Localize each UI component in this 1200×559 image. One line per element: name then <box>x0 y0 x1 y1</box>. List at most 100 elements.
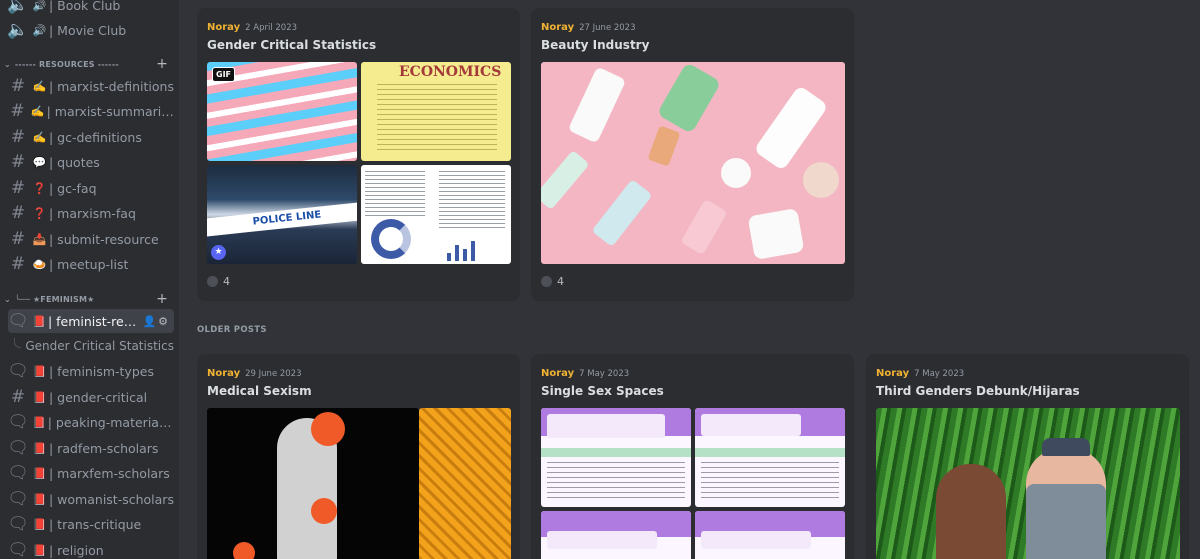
infographic-image-1[interactable] <box>541 408 691 507</box>
channel-movie-club[interactable]: 🔈 🔊 | Movie Club <box>7 18 174 42</box>
infographic-image-4[interactable] <box>695 511 845 559</box>
green-bottle-shape <box>656 62 722 134</box>
post-meta: Noray 7 May 2023 <box>876 368 964 379</box>
channel-label: | peaking-material-n... <box>47 414 174 430</box>
hat-shape <box>1042 438 1090 456</box>
category-resources[interactable]: ⌄ ------ RESOURCES ------ + <box>4 56 174 72</box>
forum-channel-icon: 🗨 <box>7 489 29 509</box>
channel-religion[interactable]: 🗨 📕 | religion <box>7 538 174 559</box>
economics-heading: ECONOMICS <box>399 64 502 80</box>
infographic-text-lines <box>547 462 685 502</box>
post-meta: Noray 27 June 2023 <box>541 22 636 33</box>
channel-quotes[interactable]: # 💬 | quotes <box>8 150 174 174</box>
post-author[interactable]: Noray <box>207 368 240 379</box>
channel-emoji: ✍️ <box>32 130 47 144</box>
police-line-image[interactable]: POLICE LINE ★ <box>207 165 357 264</box>
post-title[interactable]: Gender Critical Statistics <box>207 38 376 52</box>
channel-settings-icons[interactable]: 👤⚙ <box>142 315 170 328</box>
infographic-image-3[interactable] <box>541 511 691 559</box>
post-date: 29 June 2023 <box>245 369 302 379</box>
post-card-single-sex-spaces[interactable]: Noray 7 May 2023 Single Sex Spaces <box>531 354 854 559</box>
channel-trans-critique[interactable]: 🗨 📕 | trans-critique <box>7 512 174 536</box>
channel-emoji: 📥 <box>32 232 47 246</box>
channel-womanist-scholars[interactable]: 🗨 📕 | womanist-scholars <box>7 487 174 511</box>
channel-emoji: 📕 <box>32 517 47 531</box>
economics-document-image[interactable]: ECONOMICS <box>361 62 511 161</box>
post-card-gender-critical-statistics[interactable]: Noray 2 April 2023 Gender Critical Statis… <box>197 8 520 301</box>
channel-feminist-resources[interactable]: 🗨 📕 | feminist-reso... 👤⚙ <box>7 309 174 333</box>
reality-bar <box>695 448 845 457</box>
post-title[interactable]: Third Genders Debunk/Hijaras <box>876 384 1080 398</box>
post-date: 7 May 2023 <box>914 369 965 379</box>
channel-emoji: 📕 <box>32 543 47 557</box>
channel-marxism-faq[interactable]: # ❓ | marxism-faq <box>8 201 174 225</box>
channel-radfem-scholars[interactable]: 🗨 📕 | radfem-scholars <box>7 436 174 460</box>
channel-label: | meetup-list <box>49 256 129 272</box>
category-feminism[interactable]: ⌄ ╰── ★FEMINISM★ + <box>4 291 174 307</box>
pump-bottle-shape <box>753 84 829 172</box>
forum-channel-icon: 🗨 <box>7 412 29 432</box>
channel-meetup-list[interactable]: # 🍛 | meetup-list <box>8 252 174 276</box>
speaker-emoji: 🔊 <box>32 0 47 12</box>
channel-emoji: ❓ <box>32 206 47 220</box>
channel-emoji: ✍️ <box>32 79 47 93</box>
voice-channel-icon: 🔈 <box>7 0 29 15</box>
channel-marxist-summarized[interactable]: # ✍️ | marxist-summarized <box>8 99 174 123</box>
channel-marxist-definitions[interactable]: # ✍️ | marxist-definitions <box>8 74 174 98</box>
add-channel-icon[interactable]: + <box>156 291 168 307</box>
channel-label: | gender-critical <box>49 389 148 405</box>
question-bubble <box>547 414 665 438</box>
channel-emoji: 🍛 <box>32 257 47 271</box>
post-meta: Noray 2 April 2023 <box>207 22 297 33</box>
report-text-lines-right <box>439 171 505 231</box>
report-text-lines-left <box>365 171 425 216</box>
reality-bar <box>541 448 691 457</box>
post-card-third-genders[interactable]: Noray 7 May 2023 Third Genders Debunk/Hij… <box>866 354 1189 559</box>
post-date: 27 June 2023 <box>579 23 636 33</box>
channel-marxfem-scholars[interactable]: 🗨 📕 | marxfem-scholars <box>7 461 174 485</box>
channel-gc-faq[interactable]: # ❓ | gc-faq <box>8 176 174 200</box>
post-title[interactable]: Single Sex Spaces <box>541 384 664 398</box>
hashtag-icon: # <box>10 254 26 274</box>
post-card-beauty-industry[interactable]: Noray 27 June 2023 Beauty Industry 4 <box>531 8 854 301</box>
channel-submit-resource[interactable]: # 📥 | submit-resource <box>8 227 174 251</box>
post-title[interactable]: Beauty Industry <box>541 38 649 52</box>
channel-gc-definitions[interactable]: # ✍️ | gc-definitions <box>8 125 174 149</box>
channel-feminism-types[interactable]: 🗨 📕 | feminism-types <box>7 359 174 383</box>
medical-statue-image[interactable] <box>207 408 419 559</box>
post-author[interactable]: Noray <box>876 368 909 379</box>
post-author[interactable]: Noray <box>541 368 574 379</box>
hashtag-icon: # <box>10 76 26 96</box>
jar-shape <box>721 158 751 188</box>
channel-gender-critical[interactable]: # 📕 | gender-critical <box>8 385 174 409</box>
hashtag-icon: # <box>10 203 26 223</box>
question-bubble <box>701 414 801 436</box>
post-author[interactable]: Noray <box>207 22 240 33</box>
photo-couple-image[interactable] <box>876 408 1180 559</box>
statistics-report-image[interactable] <box>361 165 511 264</box>
channel-emoji: 📕 <box>32 466 47 480</box>
post-author[interactable]: Noray <box>541 22 574 33</box>
orange-pattern-image[interactable] <box>419 408 511 559</box>
channel-label: | womanist-scholars <box>49 491 174 507</box>
channel-emoji: 📕 <box>32 441 47 455</box>
post-meta: Noray 29 June 2023 <box>207 368 302 379</box>
infographic-image-2[interactable] <box>695 408 845 507</box>
cosmetics-bottles-image[interactable] <box>541 62 845 264</box>
thread-gender-critical-statistics[interactable]: Gender Critical Statistics <box>14 335 174 357</box>
channel-peaking-material[interactable]: 🗨 📕 | peaking-material-n... <box>7 410 174 434</box>
add-channel-icon[interactable]: + <box>156 56 168 72</box>
speaker-emoji: 🔊 <box>32 23 47 37</box>
channel-label: | radfem-scholars <box>49 440 159 456</box>
bar-chart-graphic <box>447 237 497 261</box>
channel-book-club[interactable]: 🔈 🔊 | Book Club <box>7 0 174 17</box>
trans-flag-gif-image[interactable]: GIF <box>207 62 357 161</box>
reply-count-value: 4 <box>557 275 564 288</box>
post-date: 7 May 2023 <box>579 369 630 379</box>
bottle-shape <box>567 66 627 144</box>
hashtag-icon: # <box>10 101 25 121</box>
hashtag-icon: # <box>10 387 26 407</box>
post-card-medical-sexism[interactable]: Noray 29 June 2023 Medical Sexism <box>197 354 520 559</box>
orange-circle-medium <box>311 498 337 524</box>
post-title[interactable]: Medical Sexism <box>207 384 312 398</box>
